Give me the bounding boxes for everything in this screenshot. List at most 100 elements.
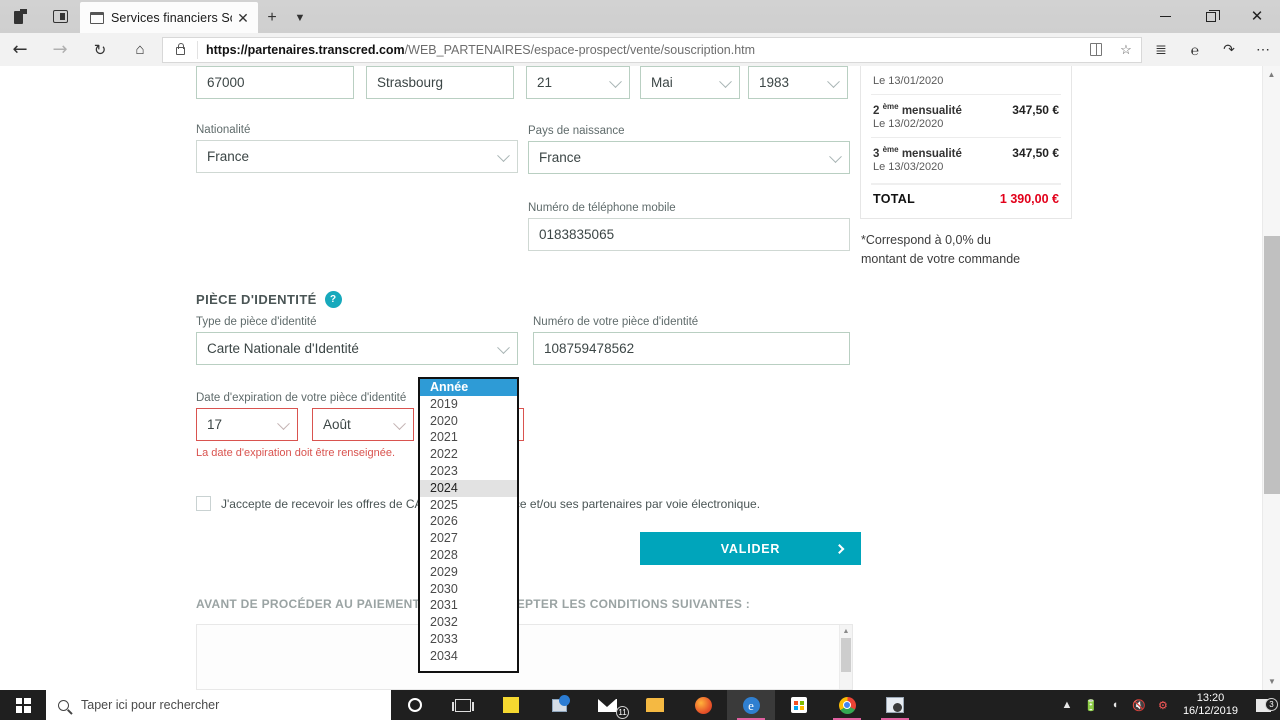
app-icon[interactable] [871, 690, 919, 720]
edge-icon[interactable]: e [727, 690, 775, 720]
browser-tab[interactable]: Services financiers Sofin ✕ [80, 2, 258, 33]
nationality-value: France [207, 149, 250, 164]
home-icon[interactable]: ⌂ [120, 33, 160, 66]
recap-row-2-index: 2 [873, 104, 880, 117]
conditions-scrollbar[interactable]: ▲ [839, 625, 852, 689]
year-option-15[interactable]: 2033 [420, 631, 517, 648]
year-option-2[interactable]: 2020 [420, 413, 517, 430]
close-icon[interactable]: ✕ [1234, 0, 1280, 33]
nationality-select[interactable]: France [196, 140, 518, 173]
postal-code-field[interactable]: 67000 [196, 66, 354, 99]
new-tab-button[interactable]: + [258, 2, 286, 33]
share-icon[interactable]: ↷ [1212, 33, 1246, 66]
conditions-box[interactable]: ▲ [196, 624, 853, 690]
scroll-down-icon[interactable]: ▼ [1263, 673, 1280, 690]
cortana-icon[interactable] [391, 690, 439, 720]
recap-row-2-date: Le 13/02/2020 [873, 117, 944, 130]
city-field[interactable]: Strasbourg [366, 66, 514, 99]
sticky-notes-icon[interactable] [487, 690, 535, 720]
wifi-icon[interactable]: ◖ [1103, 699, 1127, 711]
page-scroll-thumb[interactable] [1264, 236, 1280, 494]
more-options-icon[interactable]: ⋯ [1246, 33, 1280, 66]
file-explorer-icon[interactable] [631, 690, 679, 720]
divider [871, 136, 1061, 138]
search-placeholder: Taper ici pour rechercher [81, 698, 220, 712]
id-number-field[interactable]: 108759478562 [533, 332, 850, 365]
start-button[interactable] [0, 690, 46, 720]
restore-icon[interactable] [1188, 0, 1234, 33]
year-option-6[interactable]: 2024 [420, 479, 517, 497]
taskbar-clock[interactable]: 13:20 16/12/2019 [1175, 692, 1246, 718]
security-icon[interactable]: ⚙ [1151, 699, 1175, 712]
minimize-icon[interactable] [1142, 0, 1188, 33]
conditions-scroll-thumb[interactable] [841, 638, 851, 672]
help-icon[interactable]: ? [324, 291, 342, 308]
scroll-up-icon[interactable]: ▲ [840, 625, 852, 638]
year-option-8[interactable]: 2026 [420, 513, 517, 530]
tab-close-icon[interactable]: ✕ [232, 7, 254, 29]
action-center-icon[interactable]: 3 [1246, 697, 1280, 712]
firefox-icon[interactable] [679, 690, 727, 720]
souscription-form: 67000 Strasbourg 21 Mai 1983 Nationalité… [0, 66, 1262, 690]
tabs-you-set-aside-icon[interactable] [40, 0, 80, 33]
taskbar-search-input[interactable]: Taper ici pour rechercher [46, 690, 391, 720]
url-domain: https://partenaires.transcred.com [206, 42, 405, 57]
year-option-10[interactable]: 2028 [420, 547, 517, 564]
volume-muted-icon[interactable]: 🔇 [1127, 699, 1151, 712]
scroll-up-icon[interactable]: ▲ [1263, 66, 1280, 83]
web-notes-icon[interactable]: ℮ [1178, 33, 1212, 66]
remote-desktop-icon[interactable] [535, 690, 583, 720]
back-arrow-icon[interactable]: ← [0, 33, 40, 66]
year-option-12[interactable]: 2030 [420, 581, 517, 598]
birth-day-value: 21 [537, 75, 553, 90]
url-separator [197, 40, 198, 59]
chevron-down-icon [497, 148, 510, 162]
set-tabs-aside-icon[interactable] [0, 0, 40, 33]
birth-month-select[interactable]: Mai [640, 66, 740, 99]
year-option-11[interactable]: 2029 [420, 564, 517, 581]
year-option-3[interactable]: 2021 [420, 429, 517, 446]
recap-row-3-amount: 347,50 € [1012, 145, 1059, 160]
battery-icon[interactable]: 🔋 [1079, 699, 1103, 712]
expiry-label: Date d'expiration de votre pièce d'ident… [196, 392, 407, 404]
recap-row-2-amount: 347,50 € [1012, 102, 1059, 117]
year-option-16[interactable]: 2034 [420, 648, 517, 665]
reload-icon[interactable]: ↻ [80, 33, 120, 66]
birth-day-select[interactable]: 21 [526, 66, 630, 99]
year-option-0[interactable]: Année [420, 379, 517, 396]
task-view-icon[interactable] [439, 690, 487, 720]
mail-icon[interactable]: 11 [583, 690, 631, 720]
windows-taskbar: Taper ici pour rechercher 11 e ▲ 🔋 ◖ 🔇 ⚙… [0, 690, 1280, 720]
address-bar[interactable]: https://partenaires.transcred.com/WEB_PA… [162, 36, 1142, 63]
forward-arrow-icon[interactable]: → [40, 33, 80, 66]
favorites-hub-icon[interactable]: ≣ [1144, 33, 1178, 66]
valider-button[interactable]: VALIDER [640, 532, 861, 565]
year-option-5[interactable]: 2023 [420, 463, 517, 480]
id-number-value: 108759478562 [544, 341, 635, 356]
year-option-13[interactable]: 2031 [420, 597, 517, 614]
id-type-select[interactable]: Carte Nationale d'Identité [196, 332, 518, 365]
microsoft-store-icon[interactable] [775, 690, 823, 720]
year-option-1[interactable]: 2019 [420, 396, 517, 413]
reading-view-icon[interactable] [1081, 43, 1111, 56]
year-option-7[interactable]: 2025 [420, 497, 517, 514]
year-option-9[interactable]: 2027 [420, 530, 517, 547]
recap-total-row: TOTAL 1 390,00 € [861, 192, 1071, 206]
year-dropdown-list[interactable]: Année 2019 2020 2021 2022 2023 2024 2025… [418, 377, 519, 673]
chrome-icon[interactable] [823, 690, 871, 720]
mobile-field[interactable]: 0183835065 [528, 218, 850, 251]
birth-year-select[interactable]: 1983 [748, 66, 848, 99]
expiry-month-select[interactable]: Août [312, 408, 414, 441]
birth-country-label: Pays de naissance [528, 125, 625, 137]
show-hidden-icons-chevron-icon[interactable]: ▲ [1055, 699, 1079, 711]
city-value: Strasbourg [377, 75, 444, 90]
optin-checkbox[interactable] [196, 496, 211, 511]
star-icon[interactable]: ☆ [1111, 42, 1141, 58]
clock-time: 13:20 [1196, 692, 1225, 704]
page-scrollbar[interactable]: ▲ ▼ [1262, 66, 1280, 690]
year-option-14[interactable]: 2032 [420, 614, 517, 631]
year-option-4[interactable]: 2022 [420, 446, 517, 463]
expiry-day-select[interactable]: 17 [196, 408, 298, 441]
birth-country-select[interactable]: France [528, 141, 850, 174]
tab-menu-chevron-down-icon[interactable]: ▼ [286, 2, 314, 33]
